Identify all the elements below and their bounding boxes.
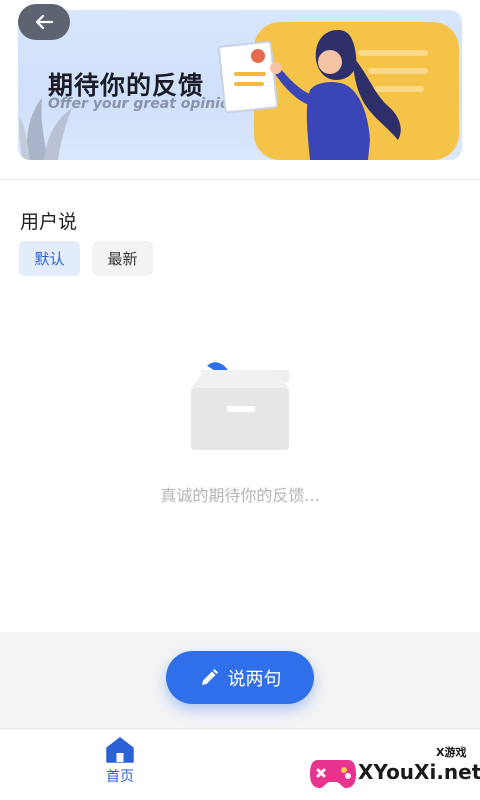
home-icon [106,737,134,763]
empty-state-text: 真诚的期待你的反馈... [160,486,320,505]
tab-home-label: 首页 [106,769,134,785]
feedback-illustration [218,22,459,160]
watermark-small-text: X游戏 [436,746,467,759]
arrow-left-icon [35,14,53,30]
section-title: 用户说 [20,211,78,233]
pencil-icon [201,668,218,685]
say-something-label: 说两句 [227,668,282,690]
filter-tab-latest[interactable]: 最新 [92,241,153,276]
section-divider [0,179,480,180]
tab-home[interactable]: 首页 [90,737,150,793]
banner-subtitle: Offer your great opinion [48,96,240,112]
empty-box-icon [191,362,289,450]
feedback-banner: 期待你的反馈 Offer your great opinion [18,10,462,160]
filter-tab-default[interactable]: 默认 [19,241,80,276]
back-button[interactable] [18,4,70,40]
gamepad-icon [310,760,356,788]
watermark: X游戏 XYouXi.net [300,734,480,800]
say-something-button[interactable]: 说两句 [166,651,314,704]
watermark-site-text: XYouXi.net [358,760,480,784]
